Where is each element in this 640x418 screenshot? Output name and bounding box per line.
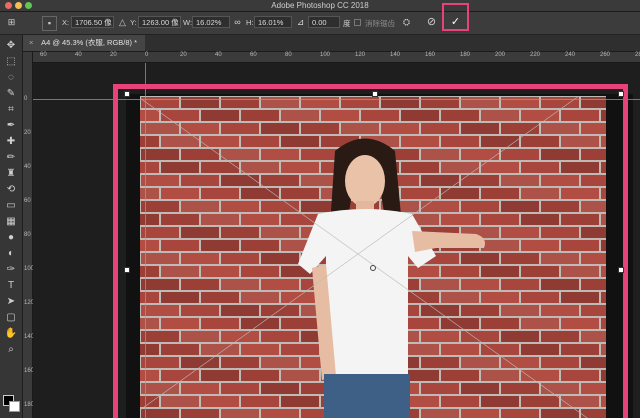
relative-position-icon[interactable]: △ [116,16,129,29]
ruler-tick-label: 160 [425,52,436,58]
brush-icon[interactable]: ✏ [4,151,18,165]
commit-highlight-box [442,3,469,31]
angle-field[interactable]: 0.00 [308,16,340,28]
w-label: W: [183,18,193,27]
antialias-label: 消除锯齿 [365,19,395,28]
cancel-transform-button[interactable]: ⊘ [425,16,438,29]
ruler-tick-label: 60 [24,198,31,204]
ruler-tick-label: 20 [110,52,117,58]
ruler-tick-label: 120 [355,52,366,58]
reference-point-icon[interactable]: ▪ [42,16,57,31]
ruler-tick-label: 0 [24,96,28,102]
ruler-tick-label: 140 [390,52,401,58]
canvas-area[interactable] [33,63,640,418]
ruler-tick-label: 240 [565,52,576,58]
vertical-ruler[interactable]: 0 20 40 60 80 100 120 140 160 180 [23,52,34,418]
transform-handle-middle-right[interactable] [618,267,624,273]
ruler-tick-label: 80 [285,52,292,58]
options-bar: ⊞ ▪ X: 1706.50 像 △ Y: 1263.00 像 W: 16.02… [0,12,640,35]
link-icon[interactable]: ∞ [231,16,244,29]
path-select-icon[interactable]: ➤ [4,295,18,309]
stamp-icon[interactable]: ♜ [4,167,18,181]
y-field[interactable]: 1263.00 像 [138,16,181,28]
healing-icon[interactable]: ✚ [4,135,18,149]
angle-unit: 度 [343,19,351,28]
close-tab-icon[interactable]: × [29,38,33,47]
move-tool-preset-icon[interactable]: ⊞ [5,16,18,29]
ruler-tick-label: 180 [460,52,471,58]
ruler-tick-label: 280 [635,52,640,58]
gradient-icon[interactable]: ▦ [4,215,18,229]
x-field[interactable]: 1706.50 像 [71,16,114,28]
w-field[interactable]: 16.02% [192,16,230,28]
document-tab[interactable]: × A4 @ 45.3% (衣服, RGB/8) * [23,35,146,51]
tools-panel: ✥ ⬚ ◌ ✎ ⌗ ✒ ✚ ✏ ♜ ⟲ ▭ ▦ ● ◐ ✑ T ➤ ▢ ✋ ⌕ [0,35,23,418]
dodge-icon[interactable]: ◐ [4,247,18,261]
ruler-tick-label: 40 [215,52,222,58]
transform-handle-middle-left[interactable] [124,267,130,273]
horizontal-ruler[interactable]: 60 40 20 0 20 40 60 80 100 120 140 160 180 200 220 240 2… [32,52,640,63]
y-label: Y: [130,18,137,27]
ruler-tick-label: 200 [495,52,506,58]
ruler-tick-label: 40 [75,52,82,58]
h-label: H: [246,18,254,27]
app-title: Adobe Photoshop CC 2018 [271,1,369,10]
h-field[interactable]: 16.01% [254,16,292,28]
transform-handle-top-right[interactable] [618,91,624,97]
pen-icon[interactable]: ✑ [4,263,18,277]
ruler-tick-label: 220 [530,52,541,58]
eraser-icon[interactable]: ▭ [4,199,18,213]
antialias-checkbox[interactable] [354,19,361,26]
background-color-swatch[interactable] [9,401,20,412]
selection-highlight-frame [113,84,628,418]
ruler-tick-label: 60 [40,52,47,58]
transform-center-point[interactable] [370,265,376,271]
ruler-tick-label: 40 [24,164,31,170]
warp-icon[interactable]: ⛭ [400,16,413,29]
transform-handle-top-center[interactable] [372,91,378,97]
ruler-tick-label: 260 [600,52,611,58]
marquee-icon[interactable]: ⬚ [4,55,18,69]
document-tab-bar: × A4 @ 45.3% (衣服, RGB/8) * [23,35,640,52]
blur-icon[interactable]: ● [4,231,18,245]
crop-icon[interactable]: ⌗ [4,103,18,117]
window-titlebar: Adobe Photoshop CC 2018 [0,0,640,12]
quick-select-icon[interactable]: ✎ [4,87,18,101]
ruler-tick-label: 0 [145,52,149,58]
transform-handle-top-left[interactable] [124,91,130,97]
type-icon[interactable]: T [4,279,18,293]
document-tab-label: A4 @ 45.3% (衣服, RGB/8) * [41,38,138,47]
ruler-tick-label: 20 [24,130,31,136]
x-label: X: [62,18,70,27]
history-brush-icon[interactable]: ⟲ [4,183,18,197]
shape-icon[interactable]: ▢ [4,311,18,325]
move-icon[interactable]: ✥ [4,39,18,53]
eyedropper-icon[interactable]: ✒ [4,119,18,133]
angle-icon: ⊿ [296,17,305,27]
ruler-tick-label: 80 [24,232,31,238]
ruler-tick-label: 20 [180,52,187,58]
zoom-icon[interactable]: ⌕ [4,343,18,357]
ruler-tick-label: 60 [250,52,257,58]
hand-icon[interactable]: ✋ [4,327,18,341]
lasso-icon[interactable]: ◌ [4,71,18,85]
ruler-tick-label: 100 [320,52,331,58]
